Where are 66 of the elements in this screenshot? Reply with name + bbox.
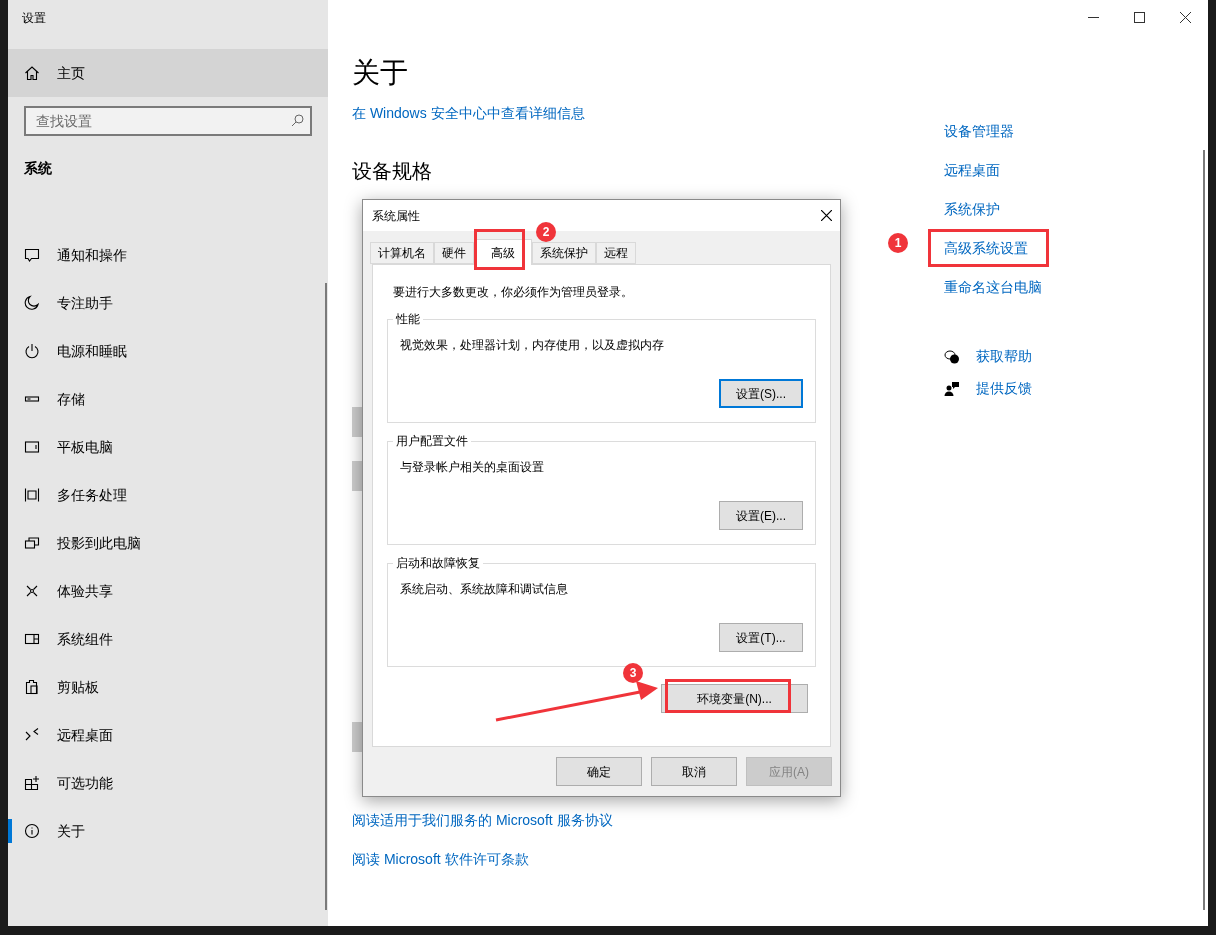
page-title: 关于 bbox=[352, 56, 409, 90]
related-link[interactable]: 远程桌面 bbox=[944, 160, 1000, 180]
link[interactable]: 阅读适用于我们服务的 Microsoft 服务协议 bbox=[352, 810, 613, 830]
moon-icon bbox=[24, 295, 40, 311]
group-description: 视觉效果，处理器计划，内存使用，以及虚拟内存 bbox=[400, 337, 665, 354]
search-field[interactable]: 查找设置 bbox=[24, 106, 312, 136]
sidebar-item[interactable]: 体验共享 bbox=[8, 567, 328, 615]
info-icon bbox=[24, 823, 40, 839]
dialog-button[interactable]: 确定 bbox=[556, 757, 642, 786]
group-title: 用户配置文件 bbox=[393, 433, 471, 449]
help-icon bbox=[944, 348, 960, 365]
settings-button[interactable]: 设置(T)... bbox=[719, 623, 803, 652]
help-link[interactable]: 提供反馈 bbox=[976, 378, 1032, 399]
search-icon bbox=[291, 114, 304, 127]
section-heading: 系统 bbox=[24, 159, 53, 178]
highlight-frame bbox=[474, 229, 525, 270]
home-item[interactable]: 主页 bbox=[8, 49, 328, 97]
close-icon[interactable] bbox=[821, 210, 832, 221]
related-link[interactable]: 系统保护 bbox=[944, 199, 1000, 219]
power-icon bbox=[24, 343, 40, 359]
related-link[interactable]: 设备管理器 bbox=[944, 121, 1014, 141]
group-description: 系统启动、系统故障和调试信息 bbox=[400, 581, 569, 598]
sidebar-item[interactable]: 专注助手 bbox=[8, 279, 328, 327]
sidebar-item[interactable]: 可选功能 bbox=[8, 759, 328, 807]
link[interactable]: 阅读 Microsoft 软件许可条款 bbox=[352, 849, 529, 869]
settings-button[interactable]: 设置(S)... bbox=[719, 379, 803, 408]
dialog-title: 系统属性 bbox=[372, 207, 420, 225]
grid-plus-icon bbox=[24, 775, 40, 791]
sidebar-item[interactable]: 投影到此电脑 bbox=[8, 519, 328, 567]
security-link[interactable]: 在 Windows 安全中心中查看详细信息 bbox=[352, 103, 908, 123]
maximize-icon[interactable] bbox=[1133, 11, 1145, 23]
close-icon[interactable] bbox=[1179, 11, 1191, 23]
sidebar-item[interactable]: 远程桌面 bbox=[8, 711, 328, 759]
tab[interactable]: 计算机名 bbox=[370, 242, 434, 264]
sidebar-item[interactable]: 电源和睡眠 bbox=[8, 327, 328, 375]
group-description: 与登录帐户相关的桌面设置 bbox=[400, 459, 545, 476]
sidebar-item[interactable]: 关于 bbox=[8, 807, 328, 855]
tab[interactable]: 硬件 bbox=[434, 242, 474, 264]
remote-icon bbox=[24, 727, 40, 743]
speech-bubble-icon bbox=[24, 247, 40, 263]
sidebar-item[interactable]: 剪贴板 bbox=[8, 663, 328, 711]
group-title: 启动和故障恢复 bbox=[393, 555, 483, 571]
group-title: 性能 bbox=[393, 311, 423, 327]
help-link[interactable]: 获取帮助 bbox=[976, 346, 1032, 367]
sidebar-item[interactable]: 系统组件 bbox=[8, 615, 328, 663]
panel-icon bbox=[24, 631, 40, 647]
feedback-icon bbox=[944, 380, 960, 397]
settings-button[interactable]: 设置(E)... bbox=[719, 501, 803, 530]
dialog-button[interactable]: 取消 bbox=[651, 757, 737, 786]
sidebar-item[interactable]: 平板电脑 bbox=[8, 423, 328, 471]
sidebar-item[interactable]: 多任务处理 bbox=[8, 471, 328, 519]
tablet-icon bbox=[24, 439, 40, 455]
sidebar-item[interactable]: 通知和操作 bbox=[8, 231, 328, 279]
sidebar-item[interactable]: 存储 bbox=[8, 375, 328, 423]
tab[interactable]: 系统保护 bbox=[532, 242, 596, 264]
related-link[interactable]: 重命名这台电脑 bbox=[944, 277, 1042, 297]
related-link[interactable]: 高级系统设置 bbox=[944, 238, 1028, 258]
note-text: 要进行大多数更改，你必须作为管理员登录。 bbox=[393, 284, 634, 301]
home-icon bbox=[24, 65, 40, 81]
window-title: 设置 bbox=[21, 10, 47, 27]
multitask-icon bbox=[24, 487, 40, 503]
projector-icon bbox=[24, 535, 40, 551]
section-heading: 设备规格 bbox=[352, 159, 433, 184]
share-icon bbox=[24, 583, 40, 599]
clipboard-icon bbox=[24, 679, 40, 695]
tab[interactable]: 远程 bbox=[596, 242, 636, 264]
